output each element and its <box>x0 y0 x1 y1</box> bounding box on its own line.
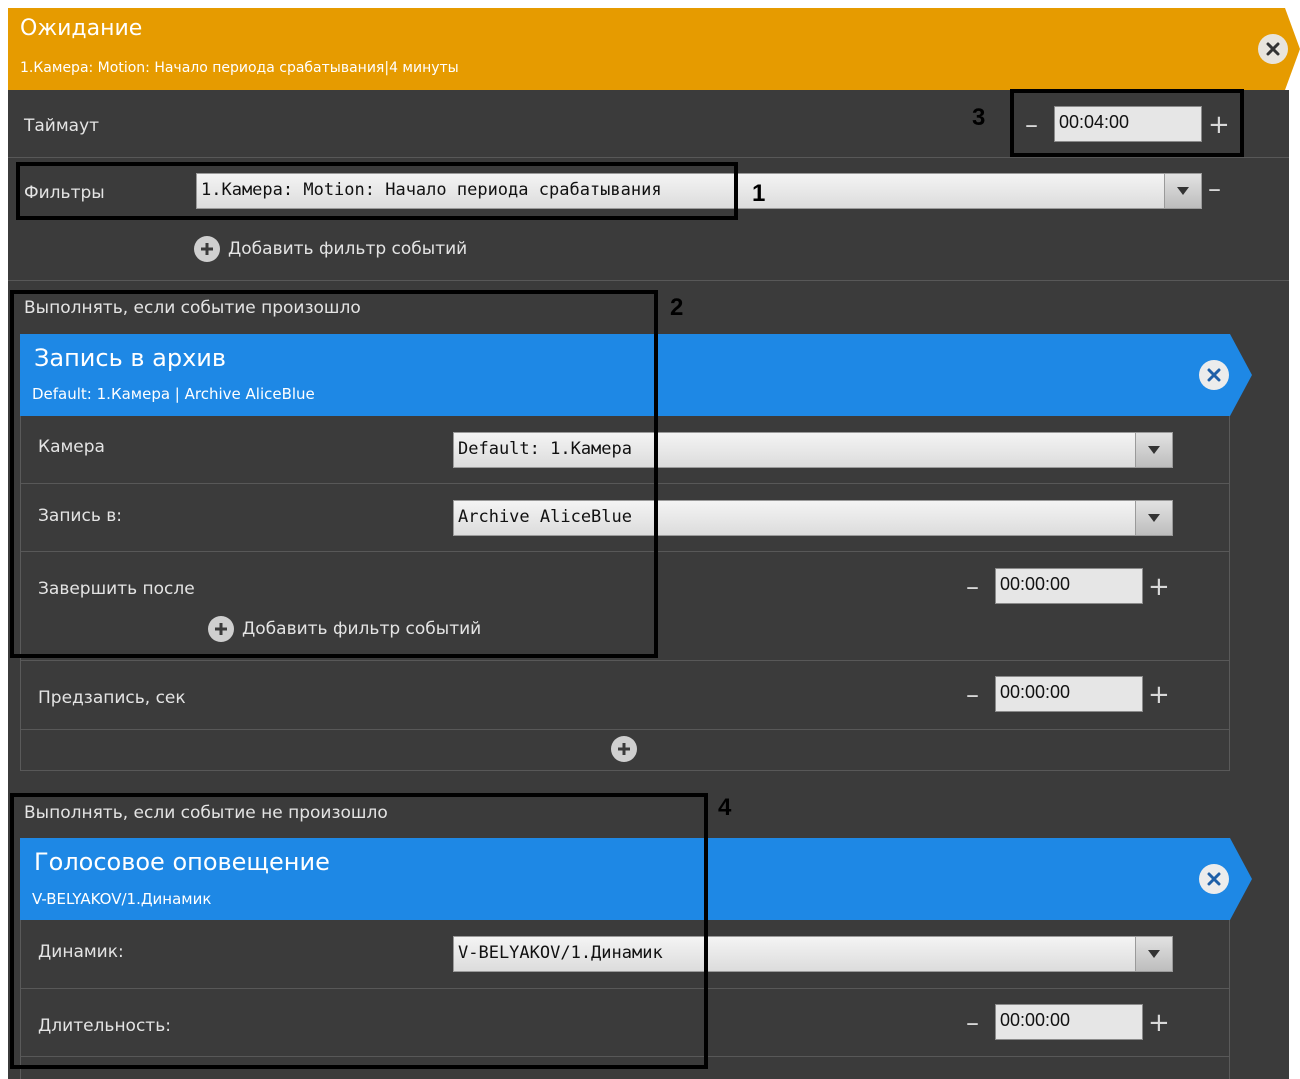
divider <box>8 157 1289 158</box>
event-wait-subtitle: 1.Камера: Motion: Начало периода срабаты… <box>20 60 459 76</box>
add-circle-icon <box>194 236 220 262</box>
remove-filter-button[interactable]: – <box>1208 176 1221 202</box>
chevron-down-icon[interactable] <box>1164 174 1201 208</box>
duration-decrease-button[interactable]: – <box>966 1010 979 1036</box>
chevron-down-icon[interactable] <box>1135 433 1172 467</box>
prerecord-increase-button[interactable]: + <box>1148 682 1170 708</box>
annotation-number-1: 1 <box>752 180 766 207</box>
divider <box>21 770 1229 771</box>
finish-after-increase-button[interactable]: + <box>1148 574 1170 600</box>
add-event-filter-link[interactable]: Добавить фильтр событий <box>194 236 467 262</box>
prerecord-input[interactable]: 00:00:00 <box>995 676 1143 712</box>
divider <box>21 729 1229 730</box>
divider <box>8 280 1289 281</box>
close-icon[interactable] <box>1199 864 1229 894</box>
chevron-down-icon[interactable] <box>1135 937 1172 971</box>
finish-after-decrease-button[interactable]: – <box>966 574 979 600</box>
annotation-box-3 <box>1010 89 1244 157</box>
prerecord-label: Предзапись, сек <box>38 688 186 708</box>
annotation-number-4: 4 <box>718 794 732 821</box>
close-icon[interactable] <box>1258 34 1288 64</box>
annotation-box-2 <box>10 290 658 658</box>
annotation-number-3: 3 <box>972 104 986 131</box>
duration-increase-button[interactable]: + <box>1148 1010 1170 1036</box>
add-action-button[interactable] <box>611 736 637 762</box>
prerecord-decrease-button[interactable]: – <box>966 682 979 708</box>
finish-after-input[interactable]: 00:00:00 <box>995 568 1143 604</box>
timeout-label: Таймаут <box>24 116 100 136</box>
event-wait-title: Ожидание <box>20 16 143 41</box>
annotation-box-4 <box>10 793 708 1069</box>
close-icon[interactable] <box>1199 360 1229 390</box>
event-wait-header <box>8 8 1300 90</box>
divider <box>21 660 1229 661</box>
chevron-down-icon[interactable] <box>1135 501 1172 535</box>
annotation-number-2: 2 <box>670 294 684 321</box>
add-event-filter-label: Добавить фильтр событий <box>228 239 468 259</box>
duration-input[interactable]: 00:00:00 <box>995 1004 1143 1040</box>
annotation-box-1 <box>16 162 738 220</box>
